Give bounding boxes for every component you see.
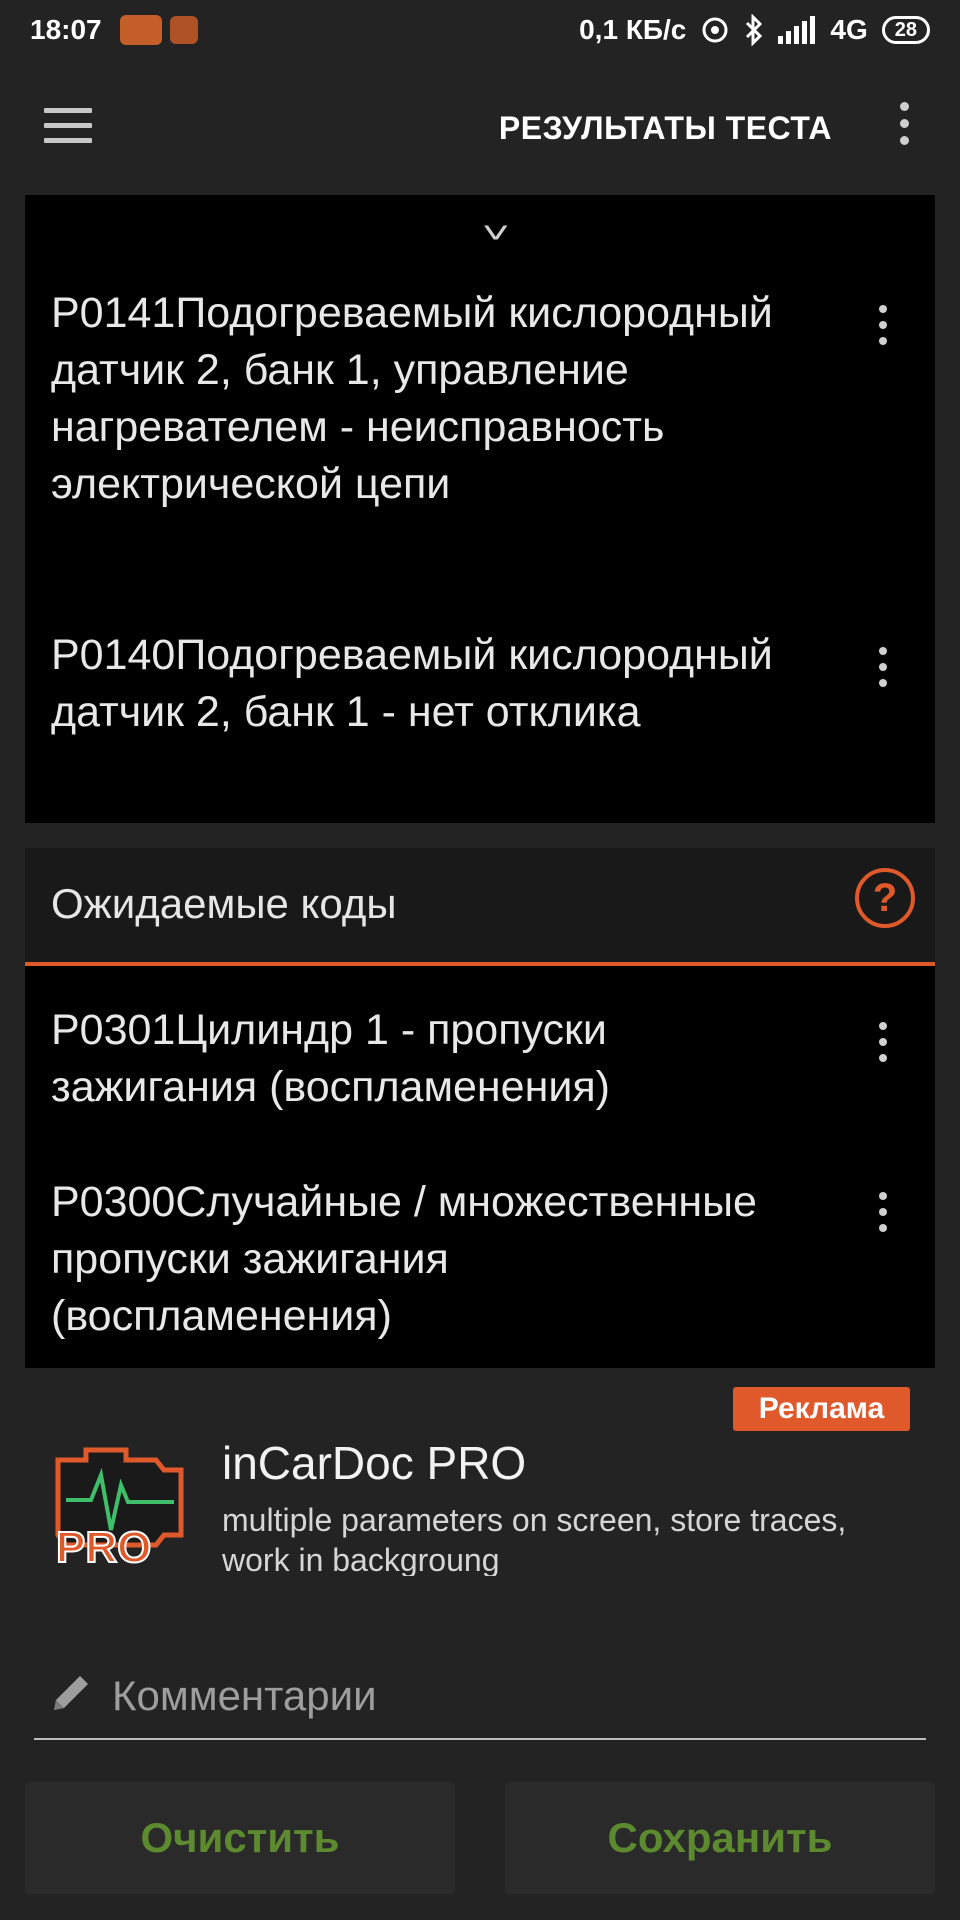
app-bar: РЕЗУЛЬТАТЫ ТЕСТА bbox=[0, 60, 960, 195]
more-vert-icon[interactable] bbox=[871, 647, 895, 697]
list-item[interactable]: P0140Подогреваемый кислородный датчик 2,… bbox=[51, 627, 791, 741]
list-item[interactable]: P0300Случайные / множественные пропуски … bbox=[51, 1174, 791, 1345]
more-vert-icon[interactable] bbox=[871, 1022, 895, 1072]
more-vert-icon[interactable] bbox=[871, 1192, 895, 1242]
battery-icon: 28 bbox=[881, 16, 930, 44]
status-bar: 18:07 0,1 КБ/с 4G 28 bbox=[0, 0, 960, 60]
network-type: 4G bbox=[830, 14, 868, 45]
list-item[interactable]: P0141Подогреваемый кислородный датчик 2,… bbox=[51, 285, 791, 513]
chevron-down-icon[interactable]: ˅ bbox=[482, 217, 510, 251]
pencil-icon bbox=[54, 1676, 88, 1710]
logo-text: PRO bbox=[56, 1523, 151, 1570]
incardoc-pro-logo[interactable]: PRO bbox=[46, 1440, 196, 1570]
pending-codes-card: P0301Цилиндр 1 - пропуски зажигания (вос… bbox=[25, 966, 935, 1368]
comment-field bbox=[34, 1660, 926, 1740]
pending-codes-header: Ожидаемые коды ? bbox=[25, 848, 935, 966]
clear-button[interactable]: Очистить bbox=[25, 1782, 455, 1894]
network-speed: 0,1 КБ/с bbox=[579, 14, 687, 45]
incardoc-notification-icon bbox=[169, 16, 198, 44]
hotspot-icon bbox=[702, 17, 728, 43]
ad-badge: Реклама bbox=[733, 1387, 910, 1431]
save-button[interactable]: Сохранить bbox=[505, 1782, 935, 1894]
signal-icon bbox=[778, 16, 816, 44]
section-title: Ожидаемые коды bbox=[51, 880, 397, 927]
status-time: 18:07 bbox=[30, 14, 102, 45]
confirmed-codes-card: ˅ P0141Подогреваемый кислородный датчик … bbox=[25, 195, 935, 823]
more-vert-icon[interactable] bbox=[892, 102, 916, 152]
more-vert-icon[interactable] bbox=[871, 305, 895, 355]
comment-input[interactable] bbox=[112, 1668, 892, 1724]
ad-description: multiple parameters on screen, store tra… bbox=[222, 1502, 847, 1576]
list-item[interactable]: P0301Цилиндр 1 - пропуски зажигания (вос… bbox=[51, 1002, 791, 1116]
bluetooth-icon bbox=[746, 14, 763, 46]
ad-title[interactable]: inCarDoc PRO bbox=[222, 1436, 526, 1490]
incardoc-notification-icon bbox=[119, 15, 162, 45]
help-circle-icon[interactable]: ? bbox=[855, 868, 915, 928]
page-title: РЕЗУЛЬТАТЫ ТЕСТА bbox=[498, 110, 832, 146]
hamburger-icon[interactable] bbox=[44, 108, 92, 144]
